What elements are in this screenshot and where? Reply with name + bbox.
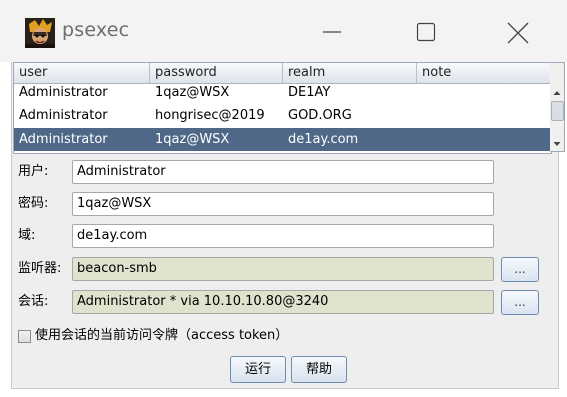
cell-note (417, 104, 551, 127)
help-button[interactable]: 帮助 (291, 356, 347, 383)
column-header-password[interactable]: password (150, 63, 283, 83)
run-button[interactable]: 运行 (230, 356, 286, 383)
close-icon (507, 22, 529, 44)
column-header-user[interactable]: user (14, 63, 150, 83)
table-row[interactable]: Administrator hongrisec@2019 GOD.ORG (14, 104, 551, 127)
cell-user: Administrator (19, 85, 108, 100)
column-header-realm[interactable]: realm (283, 63, 417, 83)
title-bar: psexec (0, 0, 567, 62)
cell-password: hongrisec@2019 (155, 108, 265, 123)
scroll-up-icon[interactable] (550, 86, 564, 100)
listener-label: 监听器: (18, 261, 62, 276)
choose-session-button[interactable]: ... (501, 290, 539, 315)
cell-password: 1qaz@WSX (155, 132, 230, 147)
session-field: Administrator * via 10.10.10.80@3240 (72, 290, 494, 314)
table-row[interactable]: Administrator 1qaz@WSX DE1AY (14, 81, 551, 104)
app-avatar-icon (25, 18, 55, 48)
table-row-selected[interactable]: Administrator 1qaz@WSX de1ay.com (14, 128, 551, 151)
cell-realm: DE1AY (288, 85, 331, 100)
dialog-body: user password realm note Administrator 1… (11, 62, 565, 389)
minimize-icon (323, 31, 341, 33)
table-scrollbar[interactable] (550, 62, 565, 152)
cell-note (417, 128, 551, 151)
cell-realm: GOD.ORG (288, 108, 352, 123)
cell-password: 1qaz@WSX (155, 85, 230, 100)
cell-user: Administrator (19, 132, 108, 147)
access-token-label[interactable]: 使用会话的当前访问令牌（access token） (35, 326, 288, 346)
cell-realm: de1ay.com (288, 132, 359, 147)
cell-user: Administrator (19, 108, 108, 123)
scroll-down-icon[interactable] (550, 137, 564, 151)
session-label: 会话: (18, 294, 49, 309)
user-field[interactable]: Administrator (72, 160, 494, 184)
maximize-icon (416, 22, 436, 42)
listener-field: beacon-smb (72, 257, 494, 281)
scroll-thumb[interactable] (551, 101, 564, 121)
column-header-note[interactable]: note (417, 63, 551, 83)
choose-listener-button[interactable]: ... (501, 257, 539, 282)
close-button[interactable] (487, 12, 547, 52)
access-token-checkbox[interactable] (18, 330, 31, 343)
user-label: 用户: (18, 164, 49, 179)
password-label: 密码: (18, 196, 49, 211)
credentials-table: user password realm note Administrator 1… (13, 62, 552, 154)
domain-field[interactable]: de1ay.com (72, 224, 494, 248)
maximize-button[interactable] (396, 12, 456, 52)
password-field[interactable]: 1qaz@WSX (72, 192, 494, 216)
window-title: psexec (62, 19, 130, 41)
domain-label: 域: (18, 228, 36, 243)
minimize-button[interactable] (302, 12, 362, 52)
cell-note (417, 81, 551, 104)
